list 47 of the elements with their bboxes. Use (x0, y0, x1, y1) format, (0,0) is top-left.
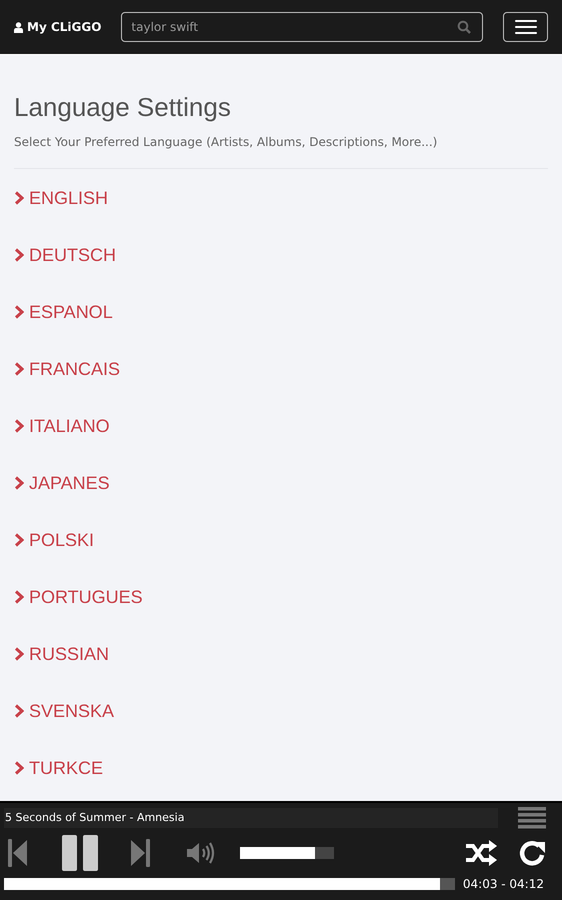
chevron-icon (14, 248, 24, 262)
volume-slider[interactable] (240, 847, 334, 859)
pause-icon (62, 835, 98, 871)
repeat-button[interactable] (518, 839, 546, 867)
page-title: Language Settings (14, 91, 232, 123)
language-link[interactable]: ENGLISH (14, 188, 108, 208)
pause-button[interactable] (62, 835, 98, 871)
previous-icon (8, 839, 28, 867)
repeat-icon (518, 839, 546, 867)
next-icon (130, 839, 150, 867)
language-link[interactable]: DEUTSCH (14, 245, 116, 265)
speaker-icon (186, 841, 216, 865)
language-link[interactable]: TURKCE (14, 758, 104, 778)
volume-button[interactable] (186, 841, 216, 865)
chevron-icon (14, 191, 24, 205)
previous-button[interactable] (8, 839, 28, 867)
list-icon (518, 807, 546, 829)
chevron-icon (14, 704, 24, 718)
search-field[interactable]: taylor swift (121, 12, 483, 42)
chevron-icon (14, 533, 24, 547)
language-link[interactable]: ITALIANO (14, 416, 110, 436)
chevron-icon (14, 590, 24, 604)
brand-link[interactable]: My CLiGGO (27, 20, 102, 34)
language-link[interactable]: RUSSIAN (14, 644, 110, 664)
language-link[interactable]: ESPANOL (14, 302, 113, 322)
page-subtitle: Select Your Preferred Language (Artists, Albums, Descriptions, More...) (14, 135, 438, 149)
shuffle-button[interactable] (466, 839, 498, 867)
playlist-button[interactable] (518, 807, 546, 829)
user-icon (14, 22, 23, 32)
language-link[interactable]: JAPANES (14, 473, 110, 493)
chevron-icon (14, 419, 24, 433)
next-button[interactable] (130, 839, 150, 867)
chevron-icon (14, 362, 24, 376)
time-display: 04:03 - 04:12 (462, 877, 544, 891)
chevron-icon (14, 647, 24, 661)
chevron-icon (14, 305, 24, 319)
shuffle-icon (466, 839, 498, 867)
language-link[interactable]: PORTUGUES (14, 587, 143, 607)
menu-icon (514, 19, 536, 35)
search-icon (457, 20, 471, 34)
chevron-icon (14, 476, 24, 490)
language-link[interactable]: POLSKI (14, 530, 94, 550)
language-link[interactable]: SVENSKA (14, 701, 114, 721)
track-title: 5 Seconds of Summer - Amnesia (4, 808, 498, 828)
chevron-icon (14, 761, 24, 775)
language-link[interactable]: FRANCAIS (14, 359, 120, 379)
menu-button[interactable] (503, 12, 548, 42)
